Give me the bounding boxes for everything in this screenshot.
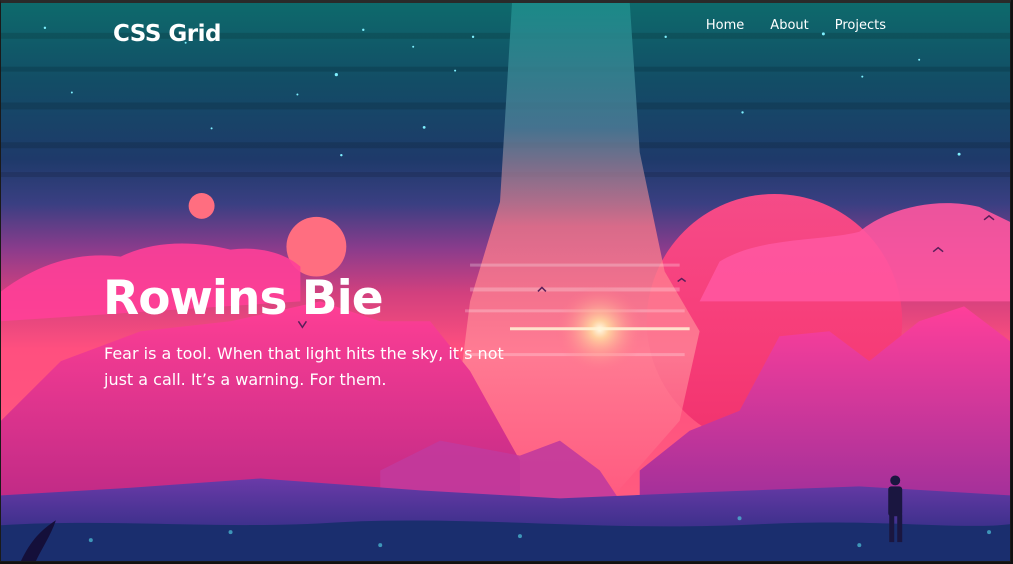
hero-subtitle: Fear is a tool. When that light hits the… — [104, 344, 504, 389]
top-navigation: CSS Grid Home About Projects — [1, 3, 1010, 63]
nav-link-projects[interactable]: Projects — [835, 18, 886, 33]
nav-link-home[interactable]: Home — [706, 18, 744, 33]
nav-link-about[interactable]: About — [770, 18, 808, 33]
nav-links: Home About Projects — [706, 18, 886, 33]
page-frame: CSS Grid Home About Projects Rowins Bie … — [0, 0, 1011, 562]
hero-title: Rowins Bie — [103, 271, 384, 326]
brand-logo[interactable]: CSS Grid — [113, 21, 221, 47]
